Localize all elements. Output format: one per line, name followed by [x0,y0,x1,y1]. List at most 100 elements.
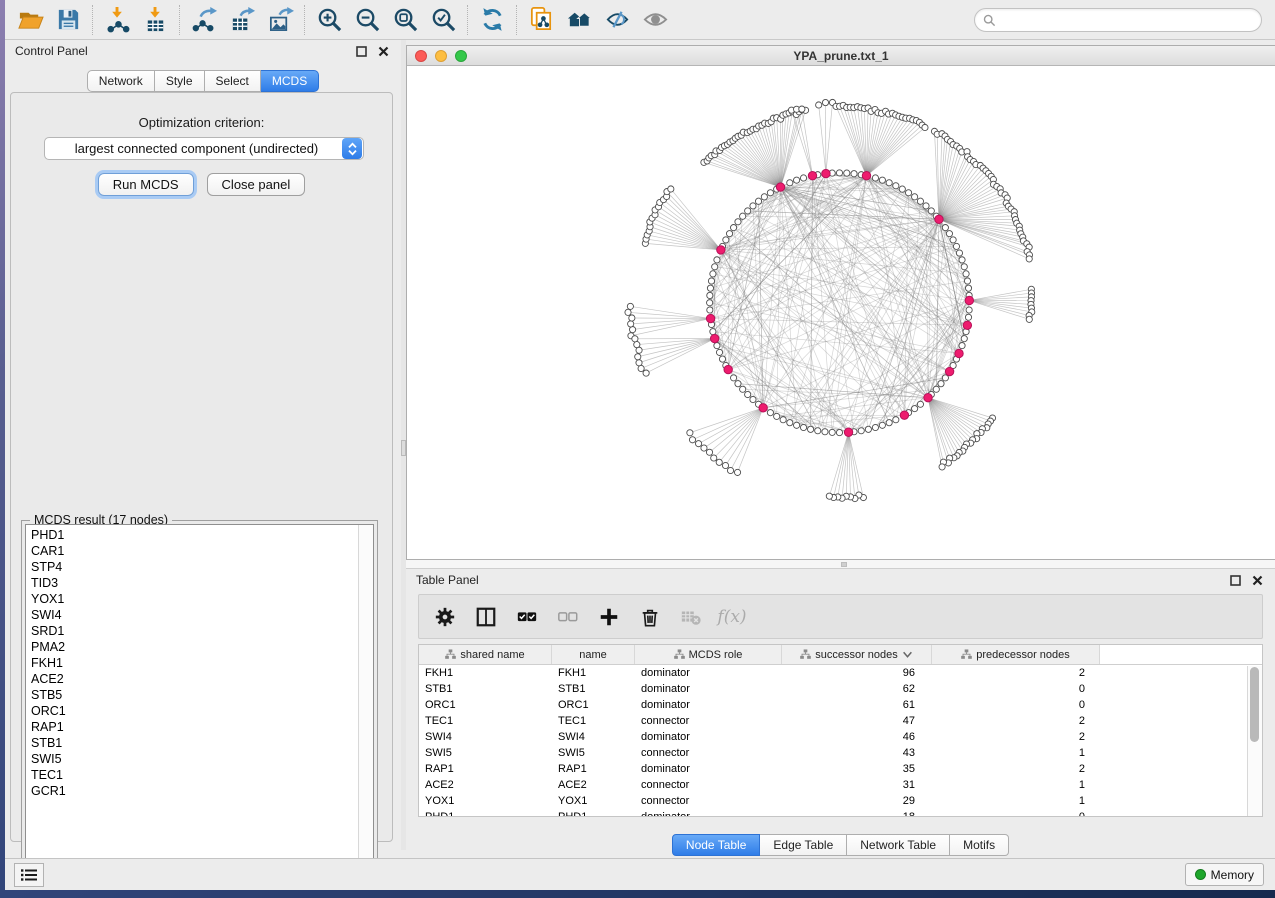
network-mcds-node[interactable] [862,172,870,180]
network-leaf-node[interactable] [922,124,928,130]
deselect-all-button[interactable] [556,605,580,629]
network-mcds-node[interactable] [710,334,718,342]
network-mcds-node[interactable] [776,183,784,191]
network-leaf-node[interactable] [695,441,701,447]
network-node[interactable] [879,177,885,183]
column-header-name[interactable]: name [552,645,635,664]
refresh-button[interactable] [473,3,511,37]
network-node[interactable] [794,422,800,428]
network-node[interactable] [800,175,806,181]
network-leaf-node[interactable] [689,437,695,443]
mcds-result-item[interactable]: ORC1 [26,703,358,719]
table-row[interactable]: PHD1PHD1dominator180 [419,809,1262,817]
network-leaf-node[interactable] [816,102,822,108]
table-row[interactable]: YOX1YOX1connector291 [419,793,1262,809]
tab-node-table[interactable]: Node Table [672,834,761,856]
network-node[interactable] [893,417,899,423]
zoom-fit-button[interactable] [386,3,424,37]
delete-column-button[interactable] [638,605,662,629]
first-neighbors-button[interactable] [560,3,598,37]
network-node[interactable] [858,428,864,434]
network-leaf-node[interactable] [722,462,728,468]
column-header-predecessor-nodes[interactable]: predecessor nodes [932,645,1100,664]
mcds-result-item[interactable]: STB1 [26,735,358,751]
network-leaf-node[interactable] [636,360,642,366]
memory-button[interactable]: Memory [1185,863,1264,886]
float-panel-button[interactable] [353,43,369,59]
mcds-result-item[interactable]: RAP1 [26,719,358,735]
mcds-result-item[interactable]: STB5 [26,687,358,703]
save-session-button[interactable] [49,3,87,37]
network-node[interactable] [872,175,878,181]
network-leaf-node[interactable] [625,309,631,315]
create-column-button[interactable] [597,605,621,629]
network-node[interactable] [938,381,944,387]
network-node[interactable] [730,375,736,381]
network-node[interactable] [961,336,967,342]
import-table-button[interactable] [136,3,174,37]
network-leaf-node[interactable] [826,493,832,499]
network-leaf-node[interactable] [734,469,740,475]
network-node[interactable] [780,417,786,423]
mcds-result-item[interactable]: SWI4 [26,607,358,623]
network-node[interactable] [745,208,751,214]
export-table-button[interactable] [223,3,261,37]
mcds-result-item[interactable]: GCR1 [26,783,358,799]
network-mcds-node[interactable] [965,296,973,304]
network-node[interactable] [956,250,962,256]
network-node[interactable] [836,429,842,435]
network-node[interactable] [745,391,751,397]
network-node[interactable] [750,203,756,209]
network-node[interactable] [917,198,923,204]
table-row[interactable]: ORC1ORC1dominator610 [419,697,1262,713]
network-node[interactable] [712,264,718,270]
network-node[interactable] [899,186,905,192]
column-header-MCDS-role[interactable]: MCDS role [635,645,782,664]
show-all-button[interactable] [636,3,674,37]
export-image-button[interactable] [261,3,299,37]
network-mcds-node[interactable] [955,349,963,357]
table-settings-button[interactable] [433,605,457,629]
network-node[interactable] [965,285,971,291]
table-row[interactable]: SWI4SWI4dominator462 [419,729,1262,745]
network-node[interactable] [950,237,956,243]
mcds-result-item[interactable]: CAR1 [26,543,358,559]
mcds-result-item[interactable]: ACE2 [26,671,358,687]
network-leaf-node[interactable] [716,459,722,465]
network-leaf-node[interactable] [706,449,712,455]
network-node[interactable] [719,356,725,362]
column-header-successor-nodes[interactable]: successor nodes [782,645,932,664]
network-node[interactable] [928,208,934,214]
close-panel-button[interactable] [375,43,391,59]
table-scrollbar[interactable] [1247,666,1262,816]
network-node[interactable] [735,219,741,225]
zoom-in-button[interactable] [310,3,348,37]
network-leaf-node[interactable] [632,336,638,342]
open-session-button[interactable] [11,3,49,37]
tab-style[interactable]: Style [155,70,205,92]
run-mcds-button[interactable]: Run MCDS [98,173,194,196]
network-leaf-node[interactable] [711,455,717,461]
network-mcds-node[interactable] [844,428,852,436]
network-leaf-node[interactable] [1026,316,1032,322]
network-leaf-node[interactable] [799,106,805,112]
mcds-result-item[interactable]: FKH1 [26,655,358,671]
mcds-result-item[interactable]: TID3 [26,575,358,591]
network-leaf-node[interactable] [643,370,649,376]
clone-network-button[interactable] [522,3,560,37]
network-node[interactable] [917,401,923,407]
network-mcds-node[interactable] [924,393,932,401]
mcds-result-item[interactable]: STP4 [26,559,358,575]
network-node[interactable] [815,428,821,434]
network-leaf-node[interactable] [939,464,945,470]
search-input[interactable] [1001,13,1253,27]
network-node[interactable] [879,422,885,428]
network-mcds-node[interactable] [822,169,830,177]
network-node[interactable] [807,426,813,432]
mcds-result-item[interactable]: PMA2 [26,639,358,655]
network-leaf-node[interactable] [628,321,634,327]
network-node[interactable] [964,278,970,284]
tab-select[interactable]: Select [205,70,261,92]
network-node[interactable] [716,349,722,355]
network-mcds-node[interactable] [717,246,725,254]
